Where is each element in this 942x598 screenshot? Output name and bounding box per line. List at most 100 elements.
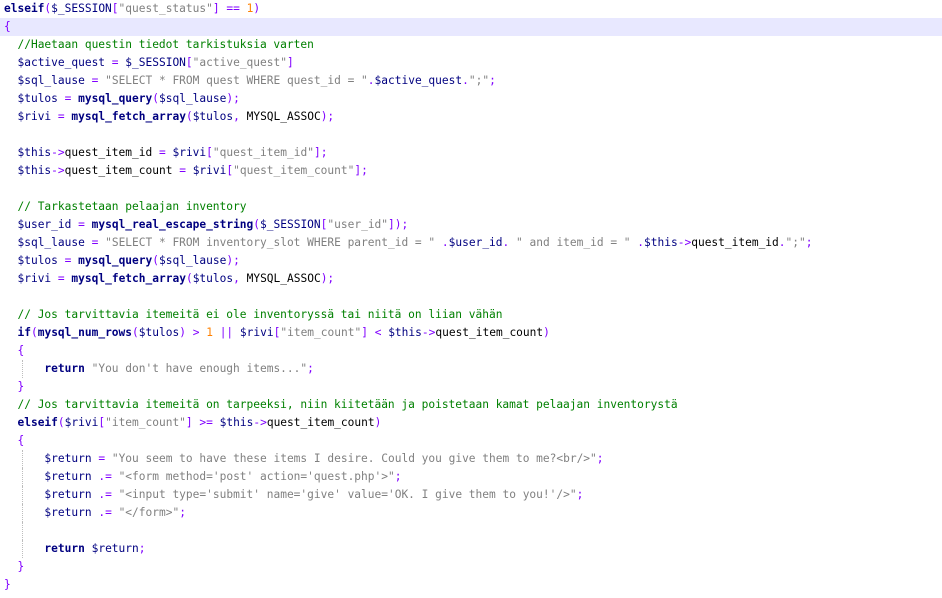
code-line[interactable]: $return .= "<input type='submit' name='g…: [0, 486, 942, 504]
code-line[interactable]: elseif($rivi["item_count"] >= $this->que…: [0, 414, 942, 432]
code-token: $sql_lause: [159, 92, 227, 105]
code-line[interactable]: elseif($_SESSION["quest_status"] == 1): [0, 0, 942, 18]
code-line[interactable]: if(mysql_num_rows($tulos) > 1 || $rivi["…: [0, 324, 942, 342]
code-line[interactable]: // Tarkastetaan pelaajan inventory: [0, 198, 942, 216]
code-line[interactable]: [0, 180, 942, 198]
code-token: $rivi: [64, 416, 99, 429]
code-token: "active_quest": [192, 56, 287, 69]
code-token: "SELECT * FROM inventory_slot WHERE pare…: [105, 236, 436, 249]
code-token: (: [185, 272, 193, 285]
code-token: //Haetaan questin tiedot tarkistuksia va…: [17, 38, 314, 51]
code-token: "item_count": [105, 416, 186, 429]
code-line[interactable]: $active_quest = $_SESSION["active_quest"…: [0, 54, 942, 72]
code-line[interactable]: {: [0, 18, 942, 36]
code-token: $_SESSION: [51, 2, 112, 15]
code-token: .: [462, 74, 469, 87]
code-token: ;: [489, 74, 496, 87]
indent-guide: [22, 504, 23, 522]
code-token: MYSQL_ASSOC: [239, 110, 321, 123]
code-editor[interactable]: elseif($_SESSION["quest_status"] == 1){ …: [0, 0, 942, 598]
code-token: mysql_fetch_array: [71, 110, 186, 123]
code-line[interactable]: $this->quest_item_id = $rivi["quest_item…: [0, 144, 942, 162]
code-token: (: [30, 326, 38, 339]
code-token: ,: [233, 110, 240, 123]
code-line[interactable]: [0, 288, 942, 306]
code-line[interactable]: $sql_lause = "SELECT * FROM quest WHERE …: [0, 72, 942, 90]
code-token: (: [132, 326, 139, 339]
code-line[interactable]: }: [0, 378, 942, 396]
code-line[interactable]: {: [0, 342, 942, 360]
code-token: quest_item_count: [266, 416, 375, 429]
code-token: $this: [388, 326, 422, 339]
code-line[interactable]: // Jos tarvittavia itemeitä ei ole inven…: [0, 306, 942, 324]
code-token: ];: [354, 164, 368, 177]
code-line[interactable]: return $return;: [0, 540, 942, 558]
code-token: ;: [179, 506, 186, 519]
code-line[interactable]: $tulos = mysql_query($sql_lause);: [0, 90, 942, 108]
code-line[interactable]: $this->quest_item_count = $rivi["quest_i…: [0, 162, 942, 180]
code-line[interactable]: [0, 126, 942, 144]
code-token: mysql_fetch_array: [71, 272, 186, 285]
code-line[interactable]: $rivi = mysql_fetch_array($tulos, MYSQL_…: [0, 108, 942, 126]
code-token: ->: [421, 326, 436, 339]
code-line[interactable]: // Jos tarvittavia itemeitä on tarpeeksi…: [0, 396, 942, 414]
code-token: ==: [226, 2, 240, 15]
code-token: ;: [394, 470, 402, 483]
code-token: =: [78, 218, 85, 231]
code-line[interactable]: $rivi = mysql_fetch_array($tulos, MYSQL_…: [0, 270, 942, 288]
code-token: $active_quest: [17, 56, 106, 69]
code-line[interactable]: $return .= "</form>";: [0, 504, 942, 522]
code-token: ]);: [388, 218, 409, 231]
code-token: {: [17, 344, 25, 357]
code-line[interactable]: }: [0, 576, 942, 594]
code-line[interactable]: $sql_lause = "SELECT * FROM inventory_sl…: [0, 234, 942, 252]
code-token: (: [57, 416, 65, 429]
code-token: );: [320, 272, 335, 285]
code-token: {: [17, 434, 25, 447]
code-token: ]: [212, 2, 220, 15]
code-token: ->: [677, 236, 692, 249]
code-line[interactable]: $tulos = mysql_query($sql_lause);: [0, 252, 942, 270]
code-token: "quest_item_id": [212, 146, 314, 159]
code-token: .: [367, 74, 375, 87]
code-line[interactable]: $return = "You seem to have these items …: [0, 450, 942, 468]
code-token: $return: [91, 542, 139, 555]
code-token: ;: [307, 362, 314, 375]
code-token: ): [374, 416, 382, 429]
code-token: mysql_query: [78, 92, 153, 105]
code-token: // Jos tarvittavia itemeitä ei ole inven…: [17, 308, 503, 321]
code-token: =: [111, 56, 119, 69]
code-token: ;: [805, 236, 813, 249]
code-token: ;: [138, 542, 146, 555]
code-line[interactable]: return "You don't have enough items...";: [0, 360, 942, 378]
code-token: $sql_lause: [17, 74, 85, 87]
code-token: $rivi: [172, 146, 207, 159]
code-line[interactable]: $return .= "<form method='post' action='…: [0, 468, 942, 486]
indent-guide: [22, 468, 23, 486]
code-line[interactable]: $user_id = mysql_real_escape_string($_SE…: [0, 216, 942, 234]
code-line[interactable]: [0, 522, 942, 540]
code-token: "user_id": [327, 218, 389, 231]
code-line[interactable]: //Haetaan questin tiedot tarkistuksia va…: [0, 36, 942, 54]
code-line[interactable]: }: [0, 558, 942, 576]
code-line[interactable]: {: [0, 432, 942, 450]
code-token: =: [179, 164, 186, 177]
code-token: $user_id: [448, 236, 503, 249]
